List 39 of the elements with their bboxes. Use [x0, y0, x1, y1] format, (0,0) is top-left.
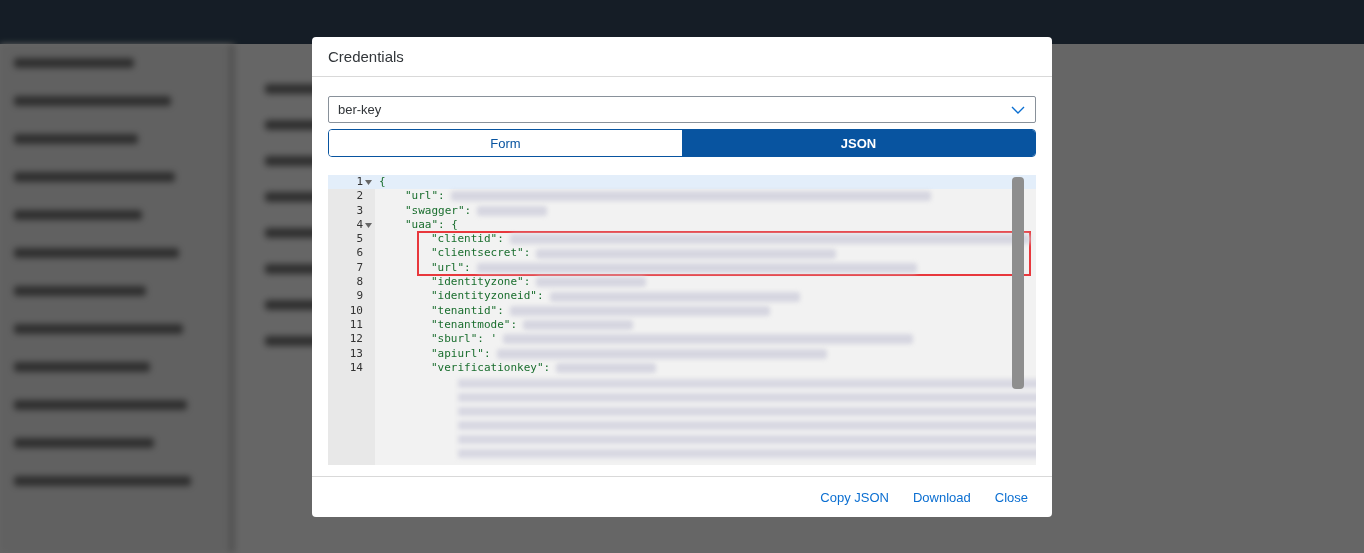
fold-arrow-icon[interactable]: [364, 179, 372, 185]
line-number: 8: [356, 275, 363, 290]
line-number: 3: [356, 203, 363, 218]
line-number: 5: [356, 232, 363, 247]
code-text: "clientid":: [431, 232, 504, 247]
footer-button[interactable]: Copy JSON: [810, 485, 899, 509]
code-text: "url":: [405, 189, 445, 204]
line-number: 14: [349, 360, 363, 376]
code-text: "swagger":: [405, 203, 472, 218]
line-number: 7: [356, 260, 363, 276]
line-number: 13: [349, 346, 363, 361]
footer-button[interactable]: Download: [902, 485, 981, 509]
line-number: 2: [356, 189, 363, 204]
line-number: 1: [356, 175, 363, 190]
code-text: "identityzone":: [431, 275, 531, 290]
line-number: 10: [349, 303, 363, 318]
code-text: "uaa": {: [405, 217, 458, 233]
view-tab[interactable]: JSON: [682, 130, 1035, 156]
line-number: 4: [356, 217, 363, 233]
code-text: "url":: [431, 260, 471, 276]
code-text: "tenantmode":: [431, 317, 518, 333]
footer-button[interactable]: Close: [984, 485, 1038, 509]
code-text: "apiurl":: [431, 346, 491, 361]
line-number: 6: [356, 246, 363, 261]
code-text: {: [379, 175, 386, 190]
line-number: 9: [356, 289, 363, 304]
code-text: "verificationkey":: [431, 360, 551, 376]
code-text: "sburl": ': [431, 332, 498, 347]
scrollbar-thumb[interactable]: [1012, 177, 1024, 389]
line-number: 12: [349, 332, 363, 347]
code-text: "identityzoneid":: [431, 289, 544, 304]
json-editor[interactable]: 1 { 2 "url": 3 "swagger": 4 "uaa": { 5 "clientid": 6 "clientsecret": 7 "url": 8 "identityzone": 9 "identityzoneid": 10 "tenantid": 11 "tenantmode": 12 "sburl": ' 13 "apiurl": 14 "verificationkey":: [328, 175, 1036, 465]
fold-arrow-icon[interactable]: [364, 222, 372, 228]
line-number: 11: [349, 317, 363, 333]
code-text: "tenantid":: [431, 303, 504, 318]
dialog-title: Credentials: [328, 48, 404, 65]
chevron-down-icon: [1011, 105, 1025, 114]
code-text: "clientsecret":: [431, 246, 531, 261]
key-select[interactable]: ber-key: [328, 96, 1036, 123]
